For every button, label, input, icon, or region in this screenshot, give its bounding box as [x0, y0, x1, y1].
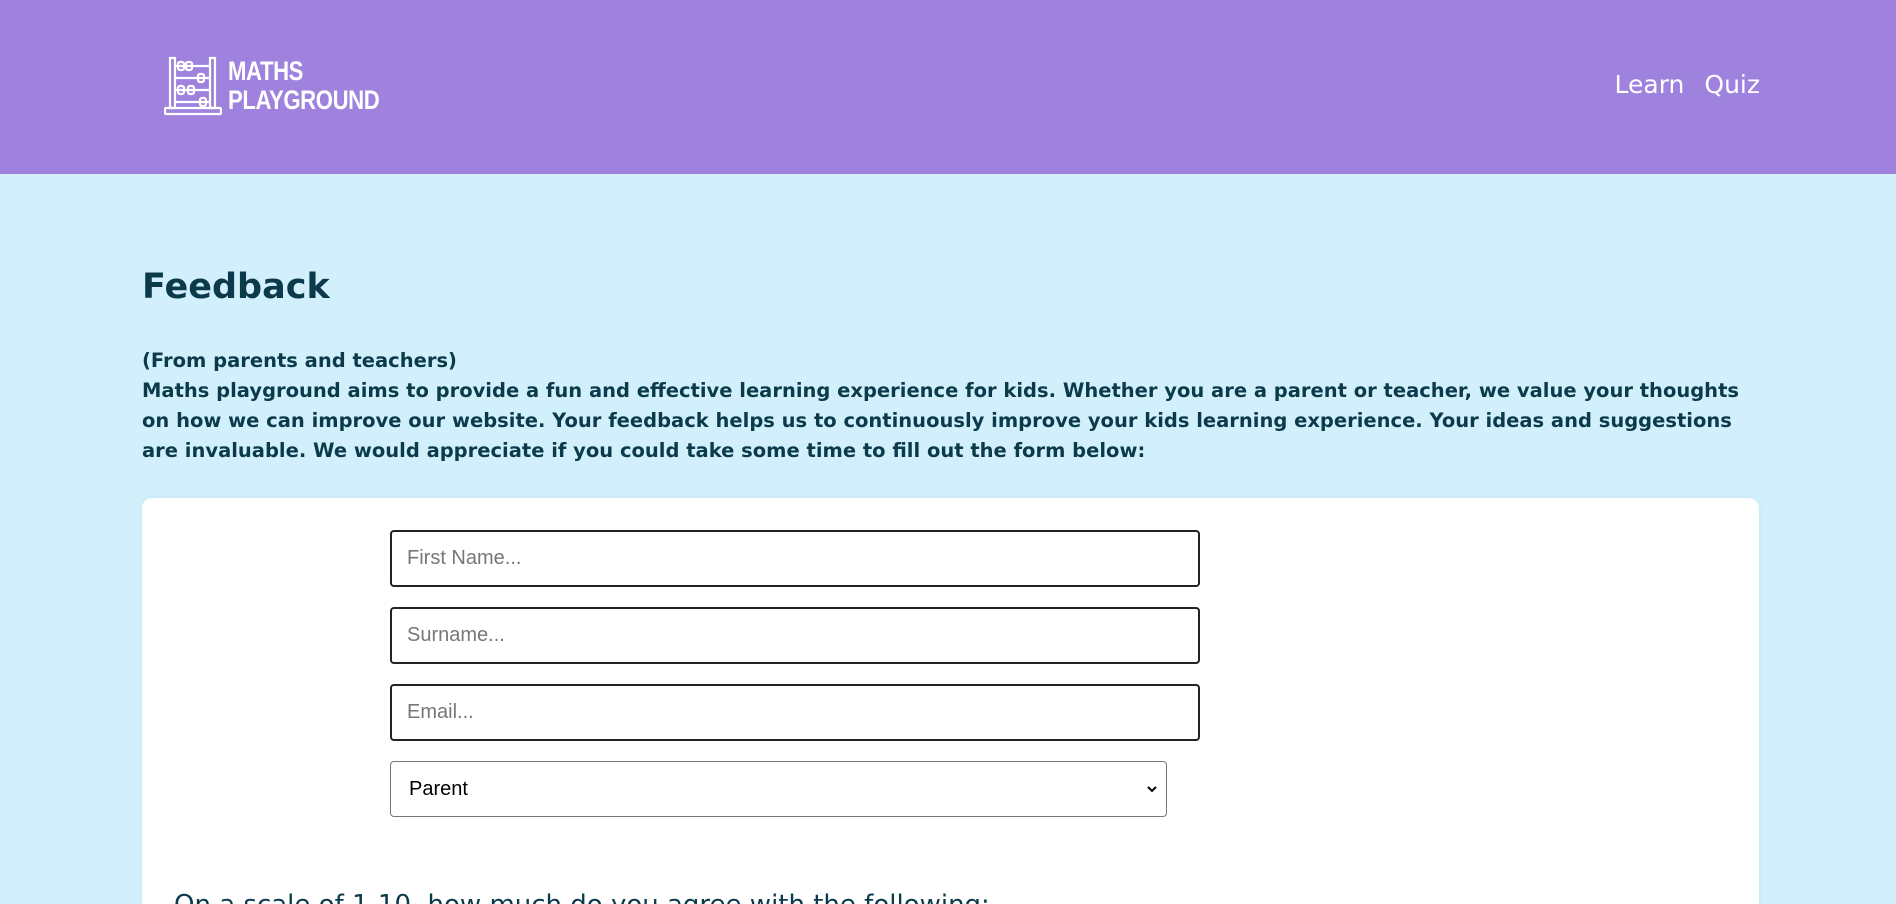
email-input[interactable]	[390, 684, 1200, 741]
intro-subtitle: (From parents and teachers)	[142, 349, 457, 372]
page-title: Feedback	[142, 267, 330, 307]
logo-line-2: PLAYGROUND	[228, 85, 380, 115]
logo-text: MATHS PLAYGROUND	[228, 56, 380, 115]
intro-text: (From parents and teachers) Maths playgr…	[142, 346, 1762, 466]
intro-paragraph: Maths playground aims to provide a fun a…	[142, 379, 1739, 462]
logo-line-1: MATHS	[228, 56, 304, 86]
nav-link-learn[interactable]: Learn	[1615, 70, 1685, 99]
site-header: MATHS PLAYGROUND Learn Quiz	[0, 0, 1896, 174]
abacus-icon	[164, 56, 222, 116]
chevron-down-icon	[1147, 786, 1157, 793]
site-logo[interactable]: MATHS PLAYGROUND	[164, 55, 413, 117]
first-name-input[interactable]	[390, 530, 1200, 587]
main-nav: Learn Quiz	[1615, 70, 1760, 99]
relation-selected-value: Parent	[409, 777, 468, 800]
relation-select[interactable]: Parent	[390, 761, 1167, 817]
nav-link-quiz[interactable]: Quiz	[1704, 70, 1760, 99]
scale-question: On a scale of 1-10, how much do you agre…	[174, 890, 990, 904]
surname-input[interactable]	[390, 607, 1200, 664]
feedback-form: First Name: Surname: Email: Relation: Pa…	[142, 498, 1759, 904]
